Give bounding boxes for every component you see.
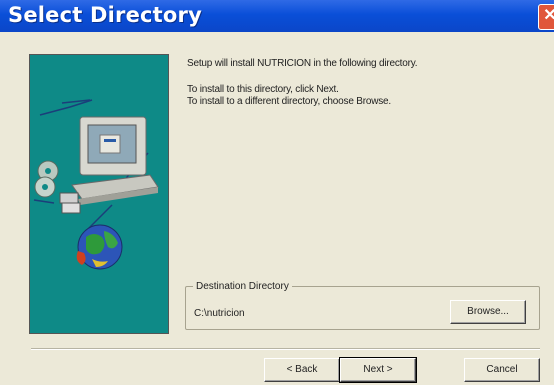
next-button[interactable]: Next > <box>339 357 417 383</box>
install-info-text: Setup will install NUTRICION in the foll… <box>187 58 418 69</box>
install-next-instruction: To install to this directory, click Next… <box>187 84 339 95</box>
title-bar: Select Directory ✕ <box>0 0 554 32</box>
back-button[interactable]: < Back <box>264 358 340 382</box>
computer-setup-illustration <box>33 99 159 270</box>
cancel-button[interactable]: Cancel <box>464 358 540 382</box>
button-divider <box>31 348 540 350</box>
window-title: Select Directory <box>8 3 202 27</box>
close-icon[interactable]: ✕ <box>538 4 554 30</box>
destination-path: C:\nutricion <box>194 308 245 319</box>
install-browse-instruction: To install to a different directory, cho… <box>187 96 391 107</box>
wizard-illustration-panel <box>29 54 169 334</box>
browse-button[interactable]: Browse... <box>450 300 526 324</box>
destination-legend: Destination Directory <box>193 281 292 292</box>
